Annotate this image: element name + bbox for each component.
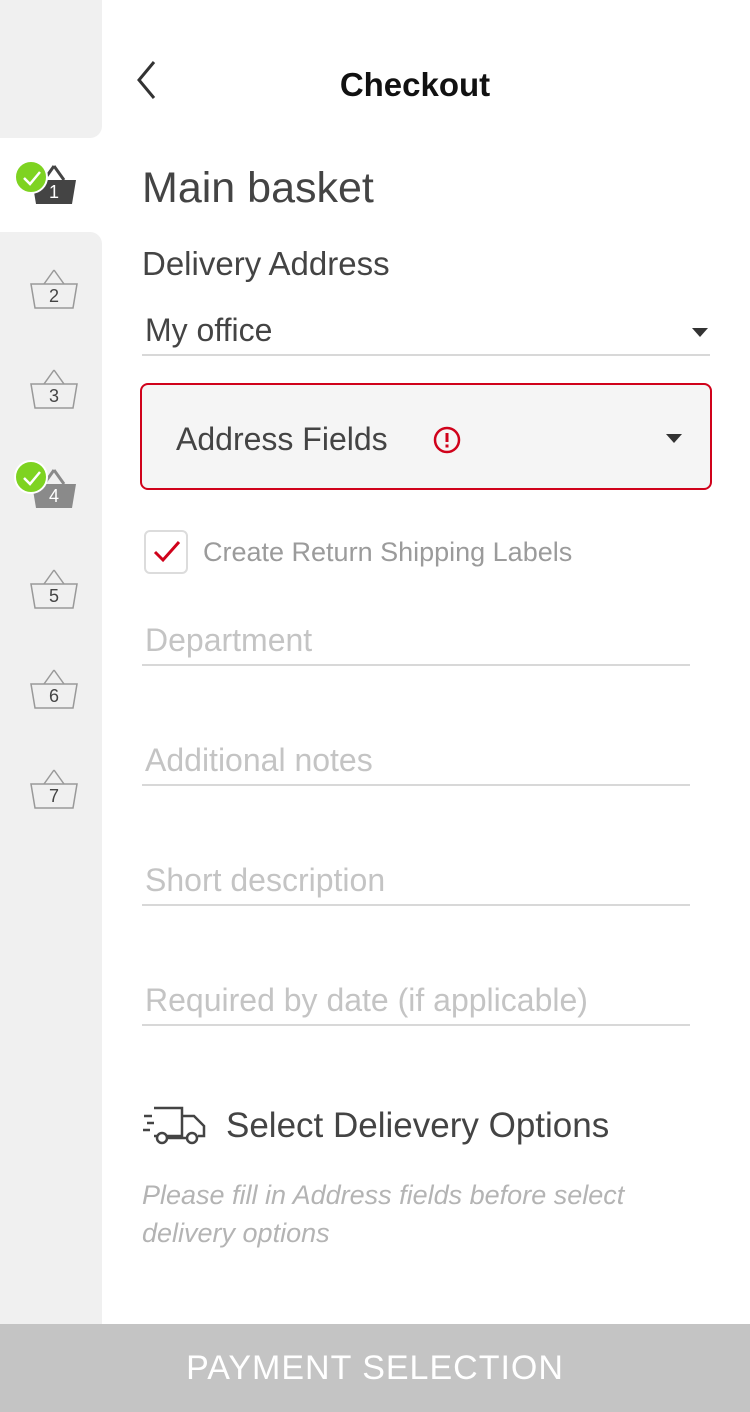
payment-selection-button[interactable]: PAYMENT SELECTION [0,1324,750,1412]
address-fields-dropdown[interactable]: Address Fields [140,383,712,490]
additional-notes-input[interactable] [142,740,690,780]
basket-number: 3 [48,386,59,406]
address-select-value: My office [145,312,273,348]
basket-sidebar: 1 2 3 4 5 6 7 [0,0,102,1324]
basket-tab-2[interactable]: 2 [28,268,80,312]
sidebar-top-panel [0,0,102,138]
truck-icon [143,1106,206,1145]
short-description-input[interactable] [142,860,690,900]
address-select[interactable]: My office [142,304,710,356]
back-button[interactable] [132,58,162,102]
required-date-field-wrap [142,976,690,1026]
delivery-address-heading: Delivery Address [142,245,390,282]
basket-number: 7 [48,786,59,806]
basket-number: 6 [48,686,59,706]
caret-down-icon [692,328,708,337]
address-fields-label: Address Fields [176,421,388,457]
page-title: Checkout [339,66,491,103]
required-date-input[interactable] [142,980,690,1020]
basket-title: Main basket [142,164,374,212]
basket-tab-5[interactable]: 5 [28,568,80,612]
caret-down-icon [666,434,682,443]
additional-notes-field-wrap [142,736,690,786]
complete-check-icon [14,460,48,494]
basket-tab-3[interactable]: 3 [28,368,80,412]
warning-icon [433,426,461,454]
return-labels-label: Create Return Shipping Labels [203,537,573,567]
delivery-options-note: Please fill in Address fields before sel… [142,1180,625,1248]
delivery-options-header[interactable]: Select Delievery Options [142,1100,702,1150]
short-description-field-wrap [142,856,690,906]
chevron-left-icon [137,61,156,99]
delivery-options-title: Select Delievery Options [226,1106,610,1145]
checkmark-icon [153,541,181,563]
return-labels-checkbox[interactable] [144,530,188,574]
basket-tab-7[interactable]: 7 [28,768,80,812]
department-field-wrap [142,616,690,666]
return-labels-option: Create Return Shipping Labels [144,530,664,574]
basket-tab-6[interactable]: 6 [28,668,80,712]
complete-check-icon [14,160,48,194]
basket-number: 5 [48,586,59,606]
department-input[interactable] [142,620,690,660]
basket-number: 2 [48,286,59,306]
